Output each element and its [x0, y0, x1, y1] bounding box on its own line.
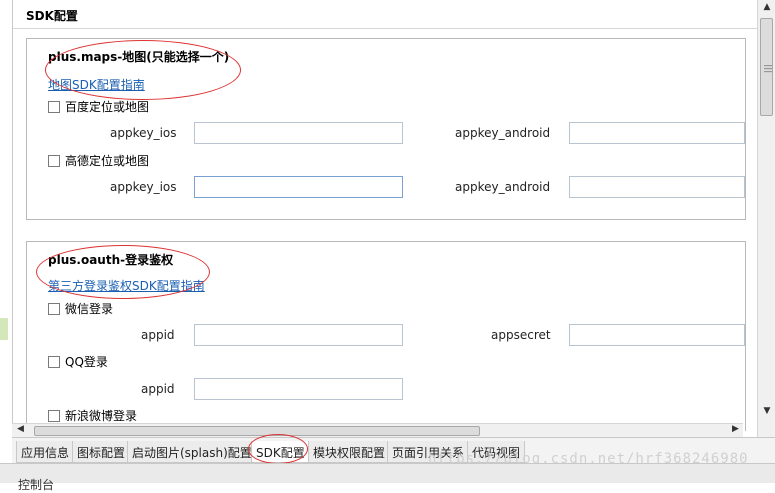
qq-checkbox[interactable]: QQ登录 [48, 353, 108, 370]
amap-appkey-ios-label: appkey_ios [110, 180, 177, 194]
arrow-up-icon[interactable]: ▲ [758, 2, 775, 16]
weixin-appid-label: appid [141, 328, 175, 342]
tab-module-permissions[interactable]: 模块权限配置 [308, 441, 391, 463]
maps-section: plus.maps-地图(只能选择一个) 地图SDK配置指南 百度定位或地图 a… [26, 38, 746, 220]
weixin-appsecret-input[interactable] [569, 324, 745, 346]
grip-icon: ― ― ― [764, 61, 772, 76]
amap-appkey-android-label: appkey_android [455, 180, 551, 194]
sina-checkbox-box[interactable] [48, 409, 60, 422]
weixin-checkbox-box[interactable] [48, 302, 60, 315]
arrow-left-icon[interactable]: ◀ [17, 424, 24, 434]
weixin-appsecret-label: appsecret [491, 328, 551, 342]
amap-checkbox-box[interactable] [48, 154, 60, 167]
baidu-appkey-ios-input[interactable] [194, 122, 403, 144]
editor-title: SDK配置 [26, 9, 78, 23]
tab-sdk-config[interactable]: SDK配置 [251, 441, 310, 463]
baidu-appkey-android-input[interactable] [569, 122, 745, 144]
weixin-checkbox[interactable]: 微信登录 [48, 300, 113, 317]
amap-appkey-ios-input[interactable] [194, 176, 403, 198]
maps-section-title: plus.maps-地图(只能选择一个) [48, 50, 230, 64]
oauth-guide-link[interactable]: 第三方登录鉴权SDK配置指南 [48, 277, 205, 294]
arrow-down-icon[interactable]: ▼ [758, 406, 775, 420]
qq-appid-label: appid [141, 382, 175, 396]
qq-checkbox-box[interactable] [48, 355, 60, 368]
sina-checkbox-label: 新浪微博登录 [65, 409, 138, 423]
qq-appid-input[interactable] [194, 378, 403, 400]
amap-checkbox-label: 高德定位或地图 [65, 154, 150, 168]
gutter-marker [0, 318, 8, 340]
arrow-right-icon[interactable]: ▶ [732, 424, 739, 434]
tab-app-info[interactable]: 应用信息 [16, 441, 75, 463]
sina-checkbox[interactable]: 新浪微博登录 [48, 407, 137, 424]
horizontal-scrollbar[interactable]: ◀ ▶ [12, 423, 743, 437]
tab-splash-config[interactable]: 启动图片(splash)配置 [127, 441, 257, 463]
oauth-section-title: plus.oauth-登录鉴权 [48, 253, 174, 267]
sdk-config-editor: SDK配置 plus.maps-地图(只能选择一个) 地图SDK配置指南 百度定… [12, 0, 775, 437]
baidu-checkbox-box[interactable] [48, 100, 60, 113]
weixin-checkbox-label: 微信登录 [65, 302, 114, 316]
horizontal-scroll-thumb[interactable] [34, 426, 480, 436]
tab-icon-config[interactable]: 图标配置 [72, 441, 131, 463]
editor-title-bar: SDK配置 [13, 0, 757, 29]
maps-guide-link[interactable]: 地图SDK配置指南 [48, 76, 145, 93]
baidu-checkbox[interactable]: 百度定位或地图 [48, 98, 149, 115]
oauth-section: plus.oauth-登录鉴权 第三方登录鉴权SDK配置指南 微信登录 appi… [26, 241, 746, 431]
qq-checkbox-label: QQ登录 [65, 355, 108, 369]
weixin-appid-input[interactable] [194, 324, 403, 346]
amap-checkbox[interactable]: 高德定位或地图 [48, 152, 149, 169]
left-gutter [0, 0, 12, 483]
vertical-scrollbar[interactable]: ▲ ― ― ― ▼ [757, 0, 775, 437]
console-tab[interactable]: 控制台 [18, 476, 54, 493]
baidu-appkey-android-label: appkey_android [455, 126, 551, 140]
console-view-bar: 控制台 [0, 463, 775, 492]
baidu-checkbox-label: 百度定位或地图 [65, 100, 150, 114]
vertical-scroll-thumb[interactable]: ― ― ― [760, 18, 773, 116]
amap-appkey-android-input[interactable] [569, 176, 745, 198]
baidu-appkey-ios-label: appkey_ios [110, 126, 177, 140]
